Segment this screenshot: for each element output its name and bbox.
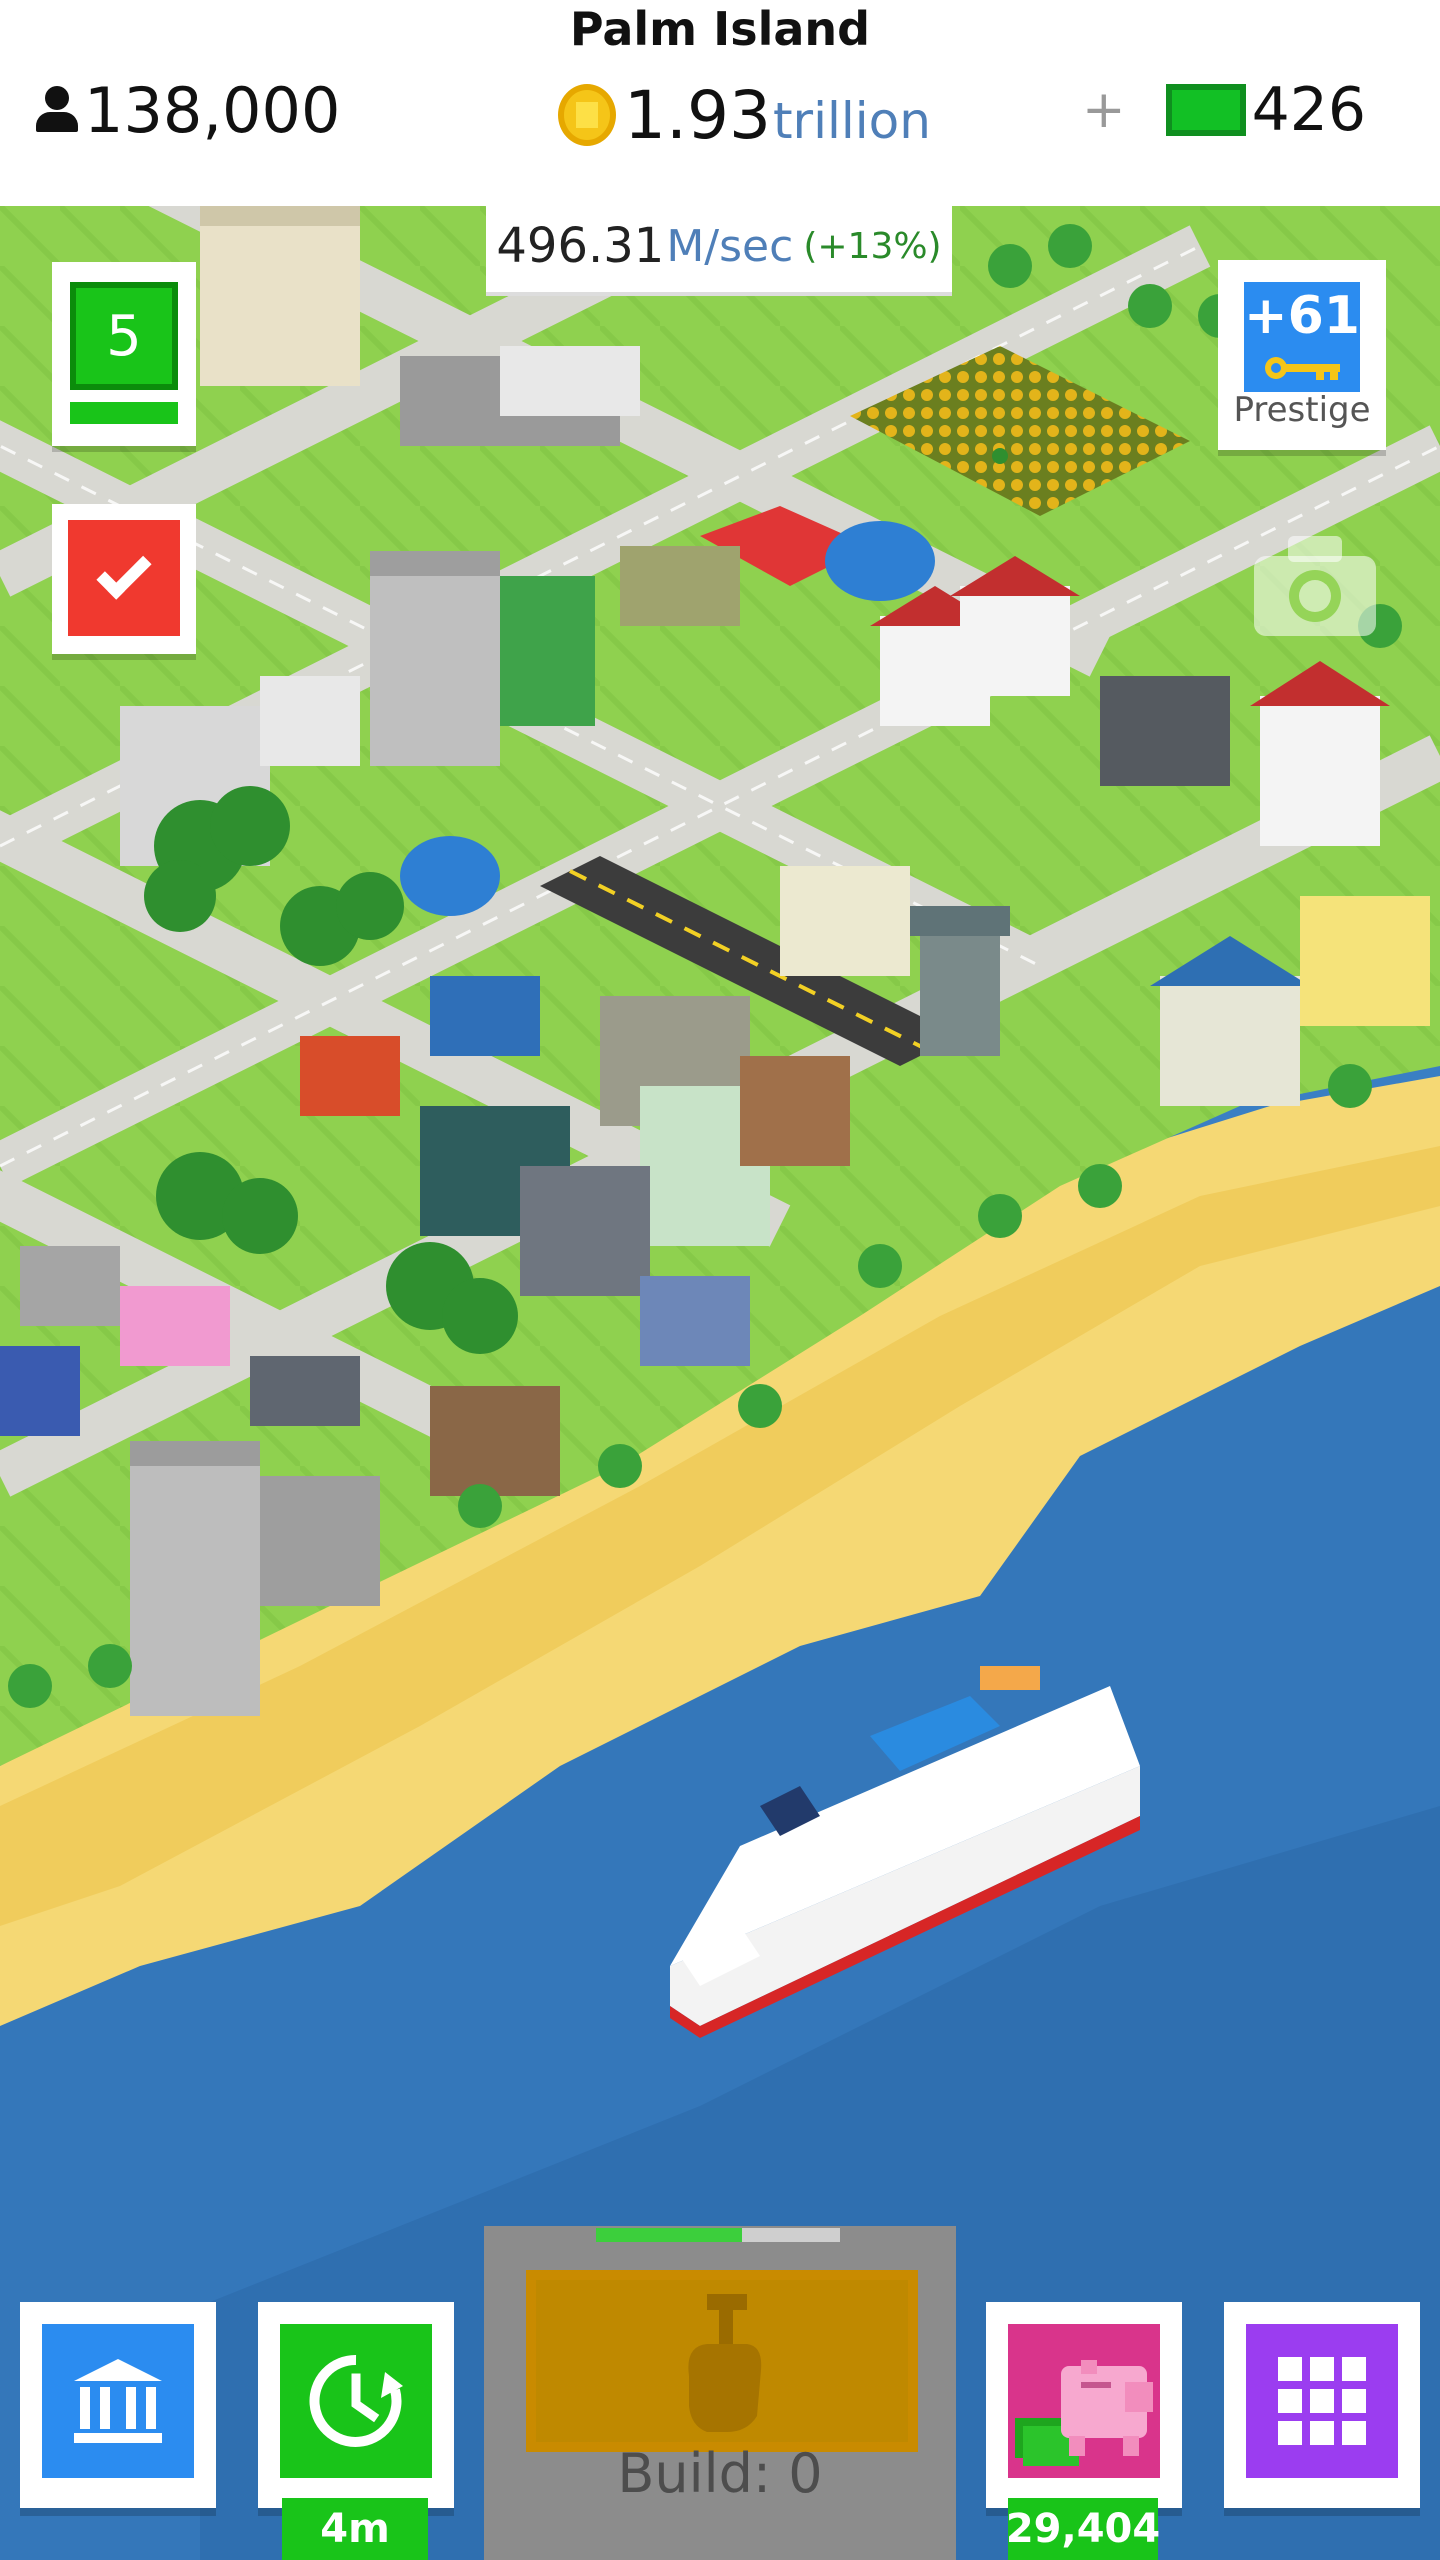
build-progress-bar [596,2228,840,2242]
level-value: 5 [70,282,178,390]
menu-grid-button[interactable] [1224,2302,1420,2508]
island-name: Palm Island [569,2,871,56]
build-panel[interactable]: Build: 0 [484,2226,956,2560]
tasks-button[interactable] [52,504,196,654]
camera-icon [1254,536,1376,636]
cash-bill-icon [1165,84,1246,136]
coin-icon [558,84,616,146]
cash-value: 426 [1251,75,1367,145]
bank-icon [74,2359,162,2443]
coins-unit: trillion [772,92,931,150]
hammer-hand-icon [688,2294,762,2432]
person-icon [36,86,78,134]
build-slot[interactable] [526,2270,918,2452]
income-rate-value: 496.31 [496,218,665,274]
add-cash-button[interactable]: + [1082,80,1126,140]
level-button[interactable]: 5 [52,262,196,446]
key-icon [1265,357,1340,380]
population-display: 138,000 [36,70,340,150]
population-value: 138,000 [84,73,341,147]
piggy-bank-icon [1015,2360,1153,2466]
income-rate-unit: M/sec [666,220,794,272]
camera-button[interactable] [1250,530,1380,640]
island-map-art [0,206,1440,2560]
time-warp-button[interactable] [258,2302,454,2508]
checkmark-icon [68,520,180,636]
income-rate-bonus: (+13%) [803,225,942,267]
prestige-button[interactable]: +61 Prestige [1218,260,1386,450]
grid-menu-icon [1278,2357,1366,2445]
piggy-bank-button[interactable] [986,2302,1182,2508]
top-hud: Palm Island 138,000 1.93 trillion + 426 [0,0,1440,206]
build-label: Build: 0 [617,2442,823,2505]
cash-display[interactable]: + 426 [1082,70,1366,150]
clock-refresh-icon [309,2354,403,2447]
prestige-label: Prestige [1233,390,1371,430]
coins-value: 1.93 [624,76,771,154]
coins-display: 1.93 trillion [558,70,931,160]
time-warp-timer: 4m [282,2498,428,2560]
island-map[interactable] [0,206,1440,2560]
build-progress-fill [596,2228,743,2242]
piggy-bank-value: 29,404 [1006,2498,1160,2560]
income-rate-banner: 496.31 M/sec (+13%) [486,200,952,296]
level-progress-bar [70,402,178,424]
bank-button[interactable] [20,2302,216,2508]
